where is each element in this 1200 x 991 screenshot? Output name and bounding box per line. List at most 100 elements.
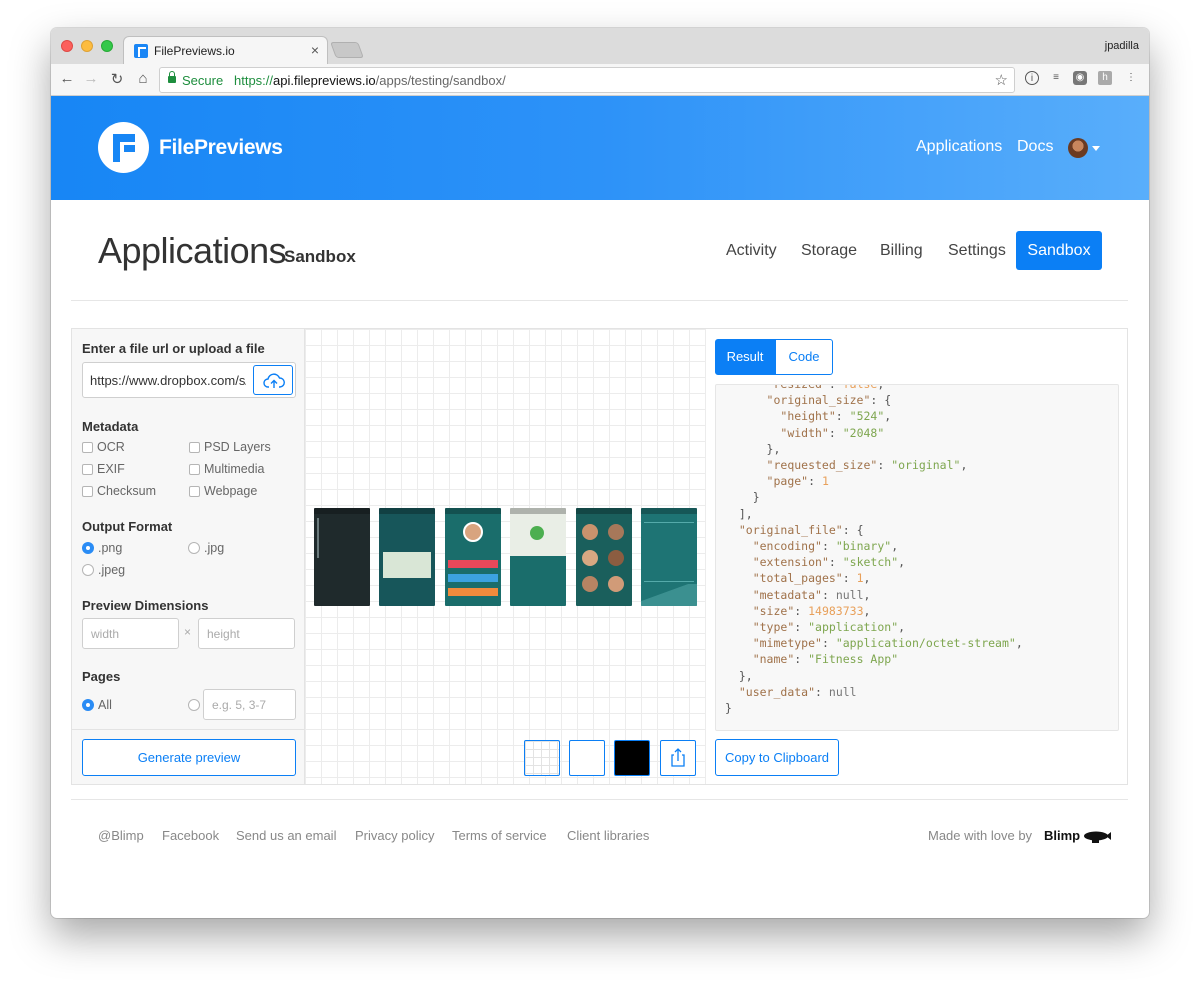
- brand-name[interactable]: FilePreviews: [159, 136, 283, 160]
- page-title: Applications: [98, 230, 287, 271]
- tab-storage[interactable]: Storage: [801, 242, 857, 260]
- chevron-down-icon[interactable]: [1092, 146, 1100, 151]
- width-input[interactable]: width: [82, 618, 179, 649]
- output-format-label: Output Format: [82, 519, 173, 534]
- black-background-button[interactable]: [614, 740, 650, 776]
- avatar[interactable]: [1068, 138, 1088, 158]
- preview-thumbnail[interactable]: [314, 508, 370, 606]
- url-text[interactable]: https://api.filepreviews.io/apps/testing…: [234, 73, 506, 88]
- menu-dots-icon[interactable]: ⋮: [1124, 71, 1138, 85]
- pages-all-radio[interactable]: [82, 699, 94, 711]
- ocr-label: OCR: [97, 440, 125, 454]
- exif-checkbox[interactable]: [82, 464, 93, 475]
- png-radio[interactable]: [82, 542, 94, 554]
- lock-icon: [168, 71, 176, 83]
- title-bar: FilePreviews.io × jpadilla: [51, 28, 1149, 64]
- preview-thumbnail[interactable]: [576, 508, 632, 606]
- tab-result[interactable]: Result: [715, 339, 775, 375]
- pages-range-radio[interactable]: [188, 699, 200, 711]
- sandbox-panel: Enter a file url or upload a file https:…: [71, 328, 1128, 785]
- bookmark-star-icon[interactable]: ☆: [995, 71, 1008, 89]
- webpage-label: Webpage: [204, 484, 258, 498]
- file-label: Enter a file url or upload a file: [82, 341, 265, 356]
- multimedia-label: Multimedia: [204, 462, 265, 476]
- filepreviews-logo-icon[interactable]: [98, 122, 149, 173]
- layers-extension-icon[interactable]: ≡: [1049, 71, 1063, 85]
- options-column: Enter a file url or upload a file https:…: [72, 329, 305, 784]
- preview-thumbnail[interactable]: [379, 508, 435, 606]
- copy-to-clipboard-button[interactable]: Copy to Clipboard: [715, 739, 839, 776]
- cloud-upload-icon: [263, 373, 285, 388]
- psd-layers-label: PSD Layers: [204, 440, 271, 454]
- png-label: .png: [98, 541, 123, 555]
- ocr-checkbox[interactable]: [82, 442, 93, 453]
- divider: [72, 729, 304, 730]
- browser-toolbar: ← → ↻ ⌂ Secure https://api.filepreviews.…: [51, 64, 1149, 96]
- pages-all-label: All: [98, 698, 112, 712]
- footer-link-blimp[interactable]: @Blimp: [98, 828, 144, 843]
- nav-applications[interactable]: Applications: [916, 138, 1002, 156]
- footer-link-email[interactable]: Send us an email: [236, 828, 336, 843]
- json-result-viewer[interactable]: "resized": false, "original_size": { "he…: [715, 384, 1119, 731]
- shield-extension-icon[interactable]: ◉: [1073, 71, 1087, 85]
- footer-link-facebook[interactable]: Facebook: [162, 828, 219, 843]
- pages-range-placeholder: e.g. 5, 3-7: [212, 698, 267, 712]
- home-icon[interactable]: ⌂: [133, 70, 153, 87]
- upload-button[interactable]: [253, 365, 293, 395]
- checksum-checkbox[interactable]: [82, 486, 93, 497]
- secure-label: Secure: [182, 73, 224, 88]
- browser-window: FilePreviews.io × jpadilla ← → ↻ ⌂ Secur…: [51, 28, 1149, 918]
- preview-thumbnail[interactable]: [445, 508, 501, 606]
- new-tab-button[interactable]: [330, 42, 364, 58]
- width-placeholder: width: [91, 627, 120, 641]
- url-host: api.filepreviews.io: [273, 73, 376, 88]
- tab-settings[interactable]: Settings: [948, 242, 1006, 260]
- back-icon[interactable]: ←: [57, 70, 77, 87]
- grid-background-button[interactable]: [524, 740, 560, 776]
- hashtag-extension-icon[interactable]: h: [1098, 71, 1112, 85]
- footer-link-terms[interactable]: Terms of service: [452, 828, 547, 843]
- minimize-window-button[interactable]: [81, 40, 93, 52]
- tab-billing[interactable]: Billing: [880, 242, 923, 260]
- close-window-button[interactable]: [61, 40, 73, 52]
- generate-preview-button[interactable]: Generate preview: [82, 739, 296, 776]
- jpg-radio[interactable]: [188, 542, 200, 554]
- nav-docs[interactable]: Docs: [1017, 138, 1053, 156]
- info-extension-icon[interactable]: i: [1025, 71, 1039, 85]
- multimedia-checkbox[interactable]: [189, 464, 200, 475]
- blimp-logo[interactable]: Blimp: [1044, 828, 1112, 844]
- exif-label: EXIF: [97, 462, 125, 476]
- height-input[interactable]: height: [198, 618, 295, 649]
- preview-canvas: [305, 329, 706, 784]
- forward-icon[interactable]: →: [81, 70, 101, 87]
- made-with-love-text: Made with love by: [928, 828, 1033, 843]
- browser-tab[interactable]: FilePreviews.io ×: [123, 36, 328, 64]
- preview-thumbnail[interactable]: [510, 508, 566, 606]
- close-tab-icon[interactable]: ×: [311, 42, 319, 58]
- tab-sandbox[interactable]: Sandbox: [1016, 231, 1102, 270]
- white-background-button[interactable]: [569, 740, 605, 776]
- file-url-value: https://www.dropbox.com/s/fitness-app.sk…: [90, 373, 246, 388]
- jpeg-radio[interactable]: [82, 564, 94, 576]
- reload-icon[interactable]: ↻: [107, 70, 127, 88]
- webpage-checkbox[interactable]: [189, 486, 200, 497]
- pages-range-input[interactable]: e.g. 5, 3-7: [203, 689, 296, 720]
- jpg-label: .jpg: [204, 541, 225, 555]
- tab-code[interactable]: Code: [775, 339, 833, 375]
- footer-link-client-libraries[interactable]: Client libraries: [567, 828, 649, 843]
- blimp-logo-text: Blimp: [1044, 828, 1081, 843]
- tab-activity[interactable]: Activity: [726, 242, 777, 260]
- file-url-input[interactable]: https://www.dropbox.com/s/fitness-app.sk…: [82, 362, 296, 398]
- height-placeholder: height: [207, 627, 240, 641]
- dimensions-label: Preview Dimensions: [82, 598, 209, 613]
- share-button[interactable]: [660, 740, 696, 776]
- preview-thumbnail[interactable]: [641, 508, 697, 606]
- site-header: FilePreviews Applications Docs: [51, 96, 1149, 200]
- footer-link-privacy[interactable]: Privacy policy: [355, 828, 434, 843]
- psd-layers-checkbox[interactable]: [189, 442, 200, 453]
- address-bar[interactable]: Secure https://api.filepreviews.io/apps/…: [159, 67, 1015, 93]
- pages-label: Pages: [82, 669, 121, 684]
- maximize-window-button[interactable]: [101, 40, 113, 52]
- tab-title: FilePreviews.io: [154, 44, 235, 58]
- browser-user[interactable]: jpadilla: [1105, 40, 1139, 52]
